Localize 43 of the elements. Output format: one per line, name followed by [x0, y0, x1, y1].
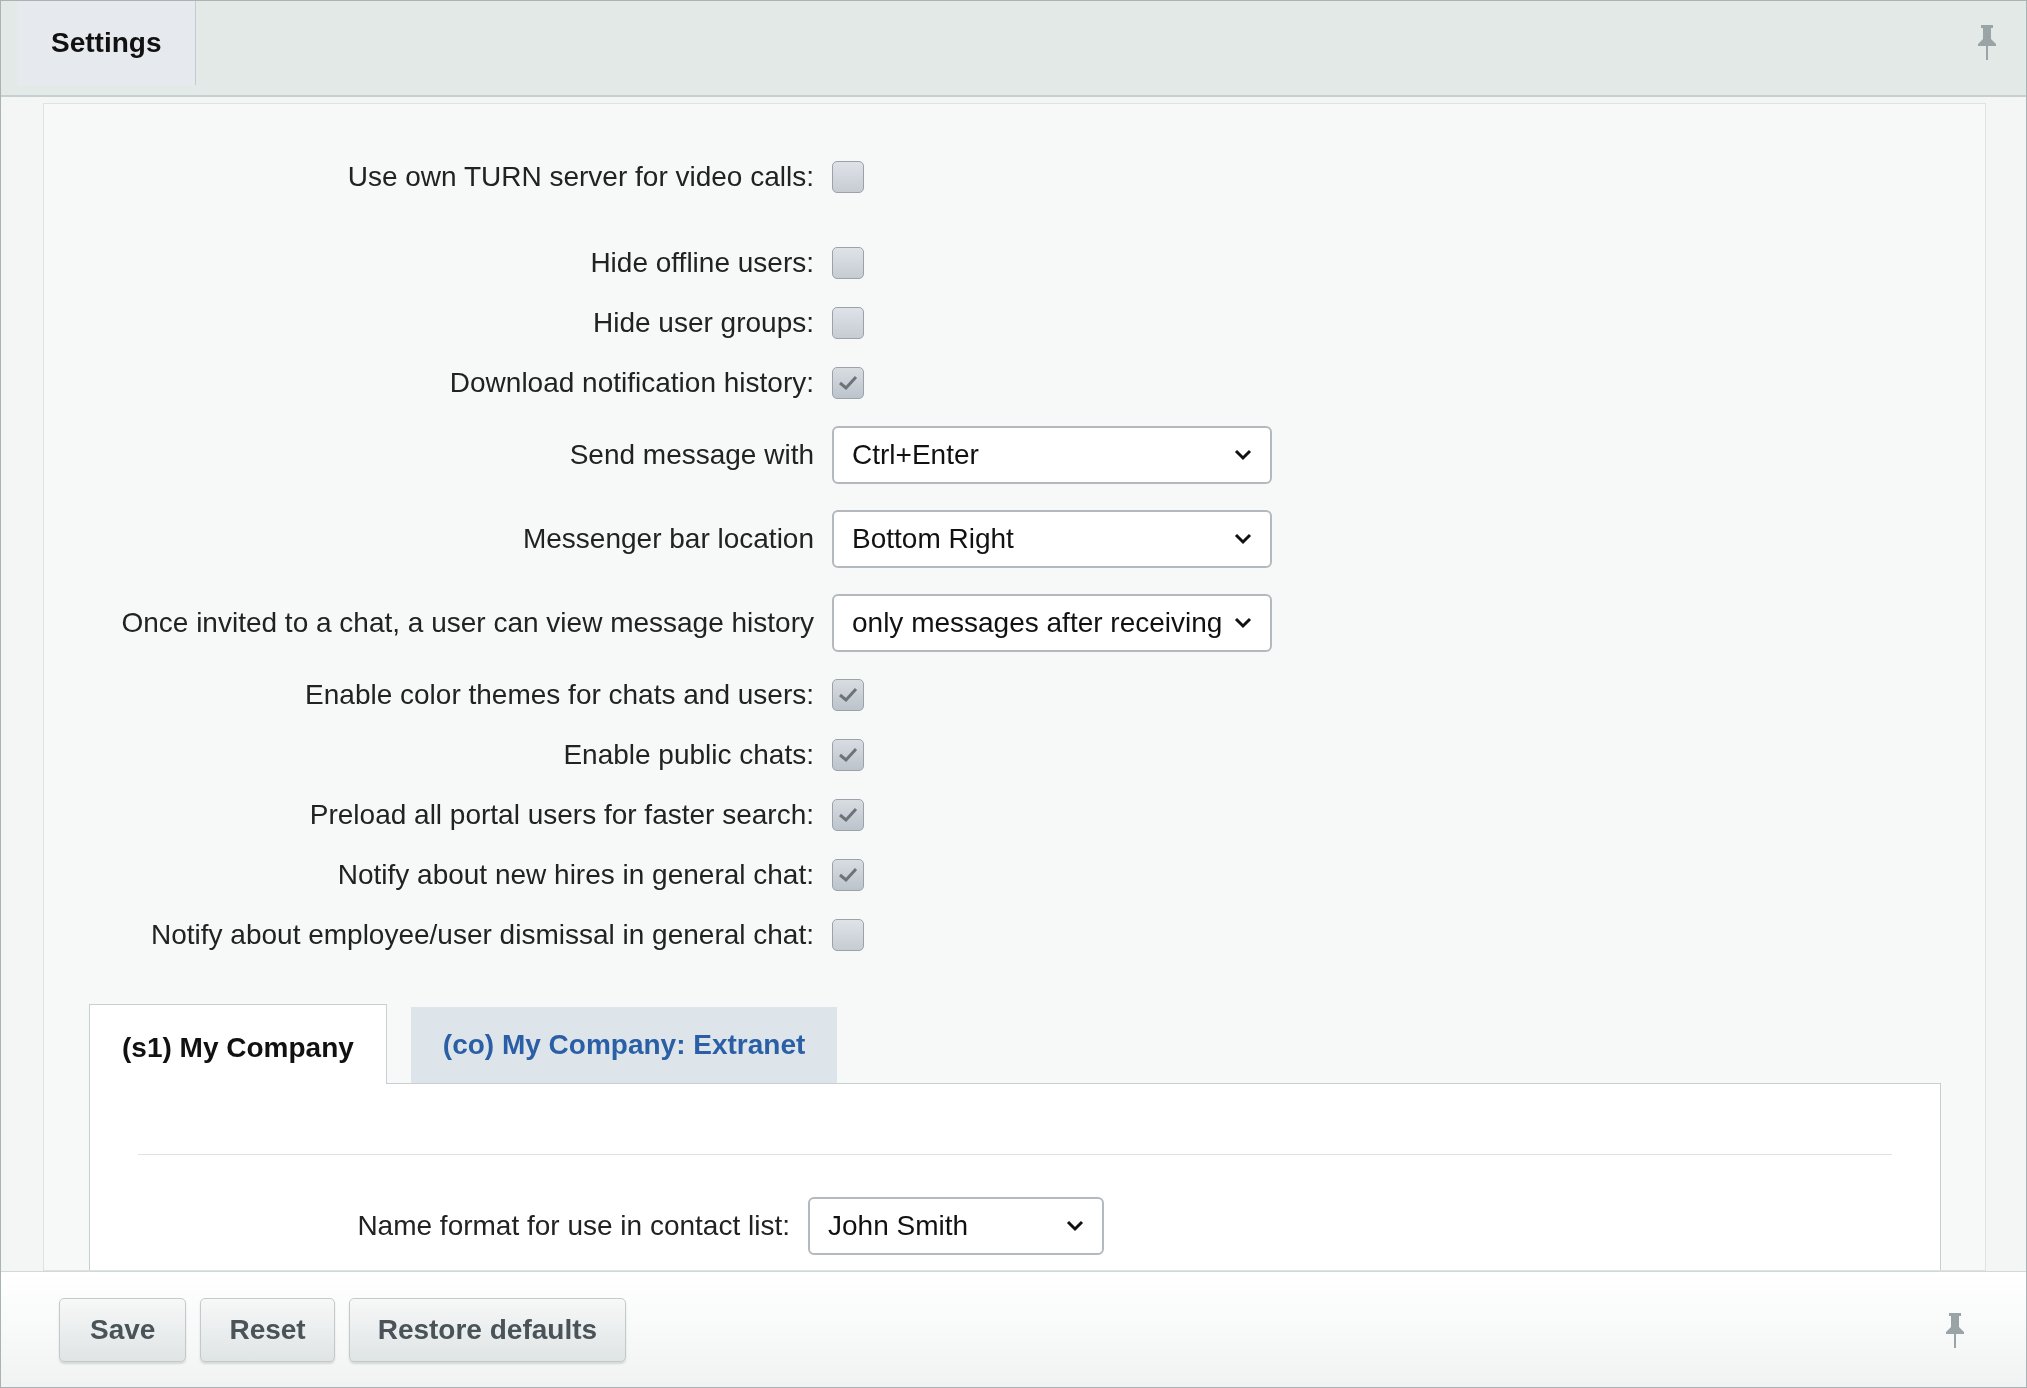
- dropdown-select[interactable]: John Smith: [808, 1197, 1104, 1255]
- checkbox[interactable]: [832, 367, 864, 399]
- settings-tab[interactable]: Settings: [17, 1, 197, 85]
- chevron-down-icon: [1234, 617, 1252, 629]
- checkmark-icon: [837, 686, 859, 704]
- pin-icon[interactable]: [1944, 1310, 1966, 1349]
- action-button[interactable]: Restore defaults: [348, 1297, 627, 1362]
- setting-label: Name format for use in contact list:: [356, 1210, 791, 1242]
- setting-label: Send message with: [568, 439, 815, 471]
- pin-icon[interactable]: [1976, 23, 1998, 61]
- checkbox[interactable]: [832, 679, 864, 711]
- chevron-down-icon: [1234, 533, 1252, 545]
- checkmark-icon: [837, 746, 859, 764]
- setting-label: Hide offline users:: [589, 247, 815, 279]
- checkmark-icon: [837, 866, 859, 884]
- dropdown-select[interactable]: only messages after receiving: [832, 594, 1272, 652]
- site-tab[interactable]: (s1) My Company: [89, 1004, 387, 1084]
- setting-label: Notify about employee/user dismissal in general chat:: [150, 919, 815, 951]
- action-button[interactable]: Save: [59, 1297, 187, 1362]
- setting-label: Enable color themes for chats and users:: [304, 679, 815, 711]
- setting-label: Preload all portal users for faster search:: [308, 799, 815, 831]
- dropdown-select[interactable]: Bottom Right: [832, 510, 1272, 568]
- setting-label: Download notification history:: [448, 367, 815, 399]
- site-tab[interactable]: (co) My Company: Extranet: [410, 1007, 838, 1083]
- checkmark-icon: [837, 374, 859, 392]
- checkbox[interactable]: [832, 919, 864, 951]
- setting-label: Hide user groups:: [592, 307, 815, 339]
- checkbox[interactable]: [832, 161, 864, 193]
- dropdown-select[interactable]: Ctrl+Enter: [832, 426, 1272, 484]
- action-button[interactable]: Reset: [200, 1297, 335, 1362]
- checkbox[interactable]: [832, 247, 864, 279]
- checkbox[interactable]: [832, 739, 864, 771]
- checkbox[interactable]: [832, 799, 864, 831]
- checkmark-icon: [837, 806, 859, 824]
- chevron-down-icon: [1066, 1220, 1084, 1232]
- chevron-down-icon: [1234, 449, 1252, 461]
- setting-label: Enable public chats:: [562, 739, 815, 771]
- setting-label: Messenger bar location: [521, 523, 815, 555]
- checkbox[interactable]: [832, 859, 864, 891]
- checkbox[interactable]: [832, 307, 864, 339]
- setting-label: Use own TURN server for video calls:: [346, 161, 815, 193]
- setting-label: Once invited to a chat, a user can view message history: [120, 607, 815, 639]
- setting-label: Notify about new hires in general chat:: [336, 859, 815, 891]
